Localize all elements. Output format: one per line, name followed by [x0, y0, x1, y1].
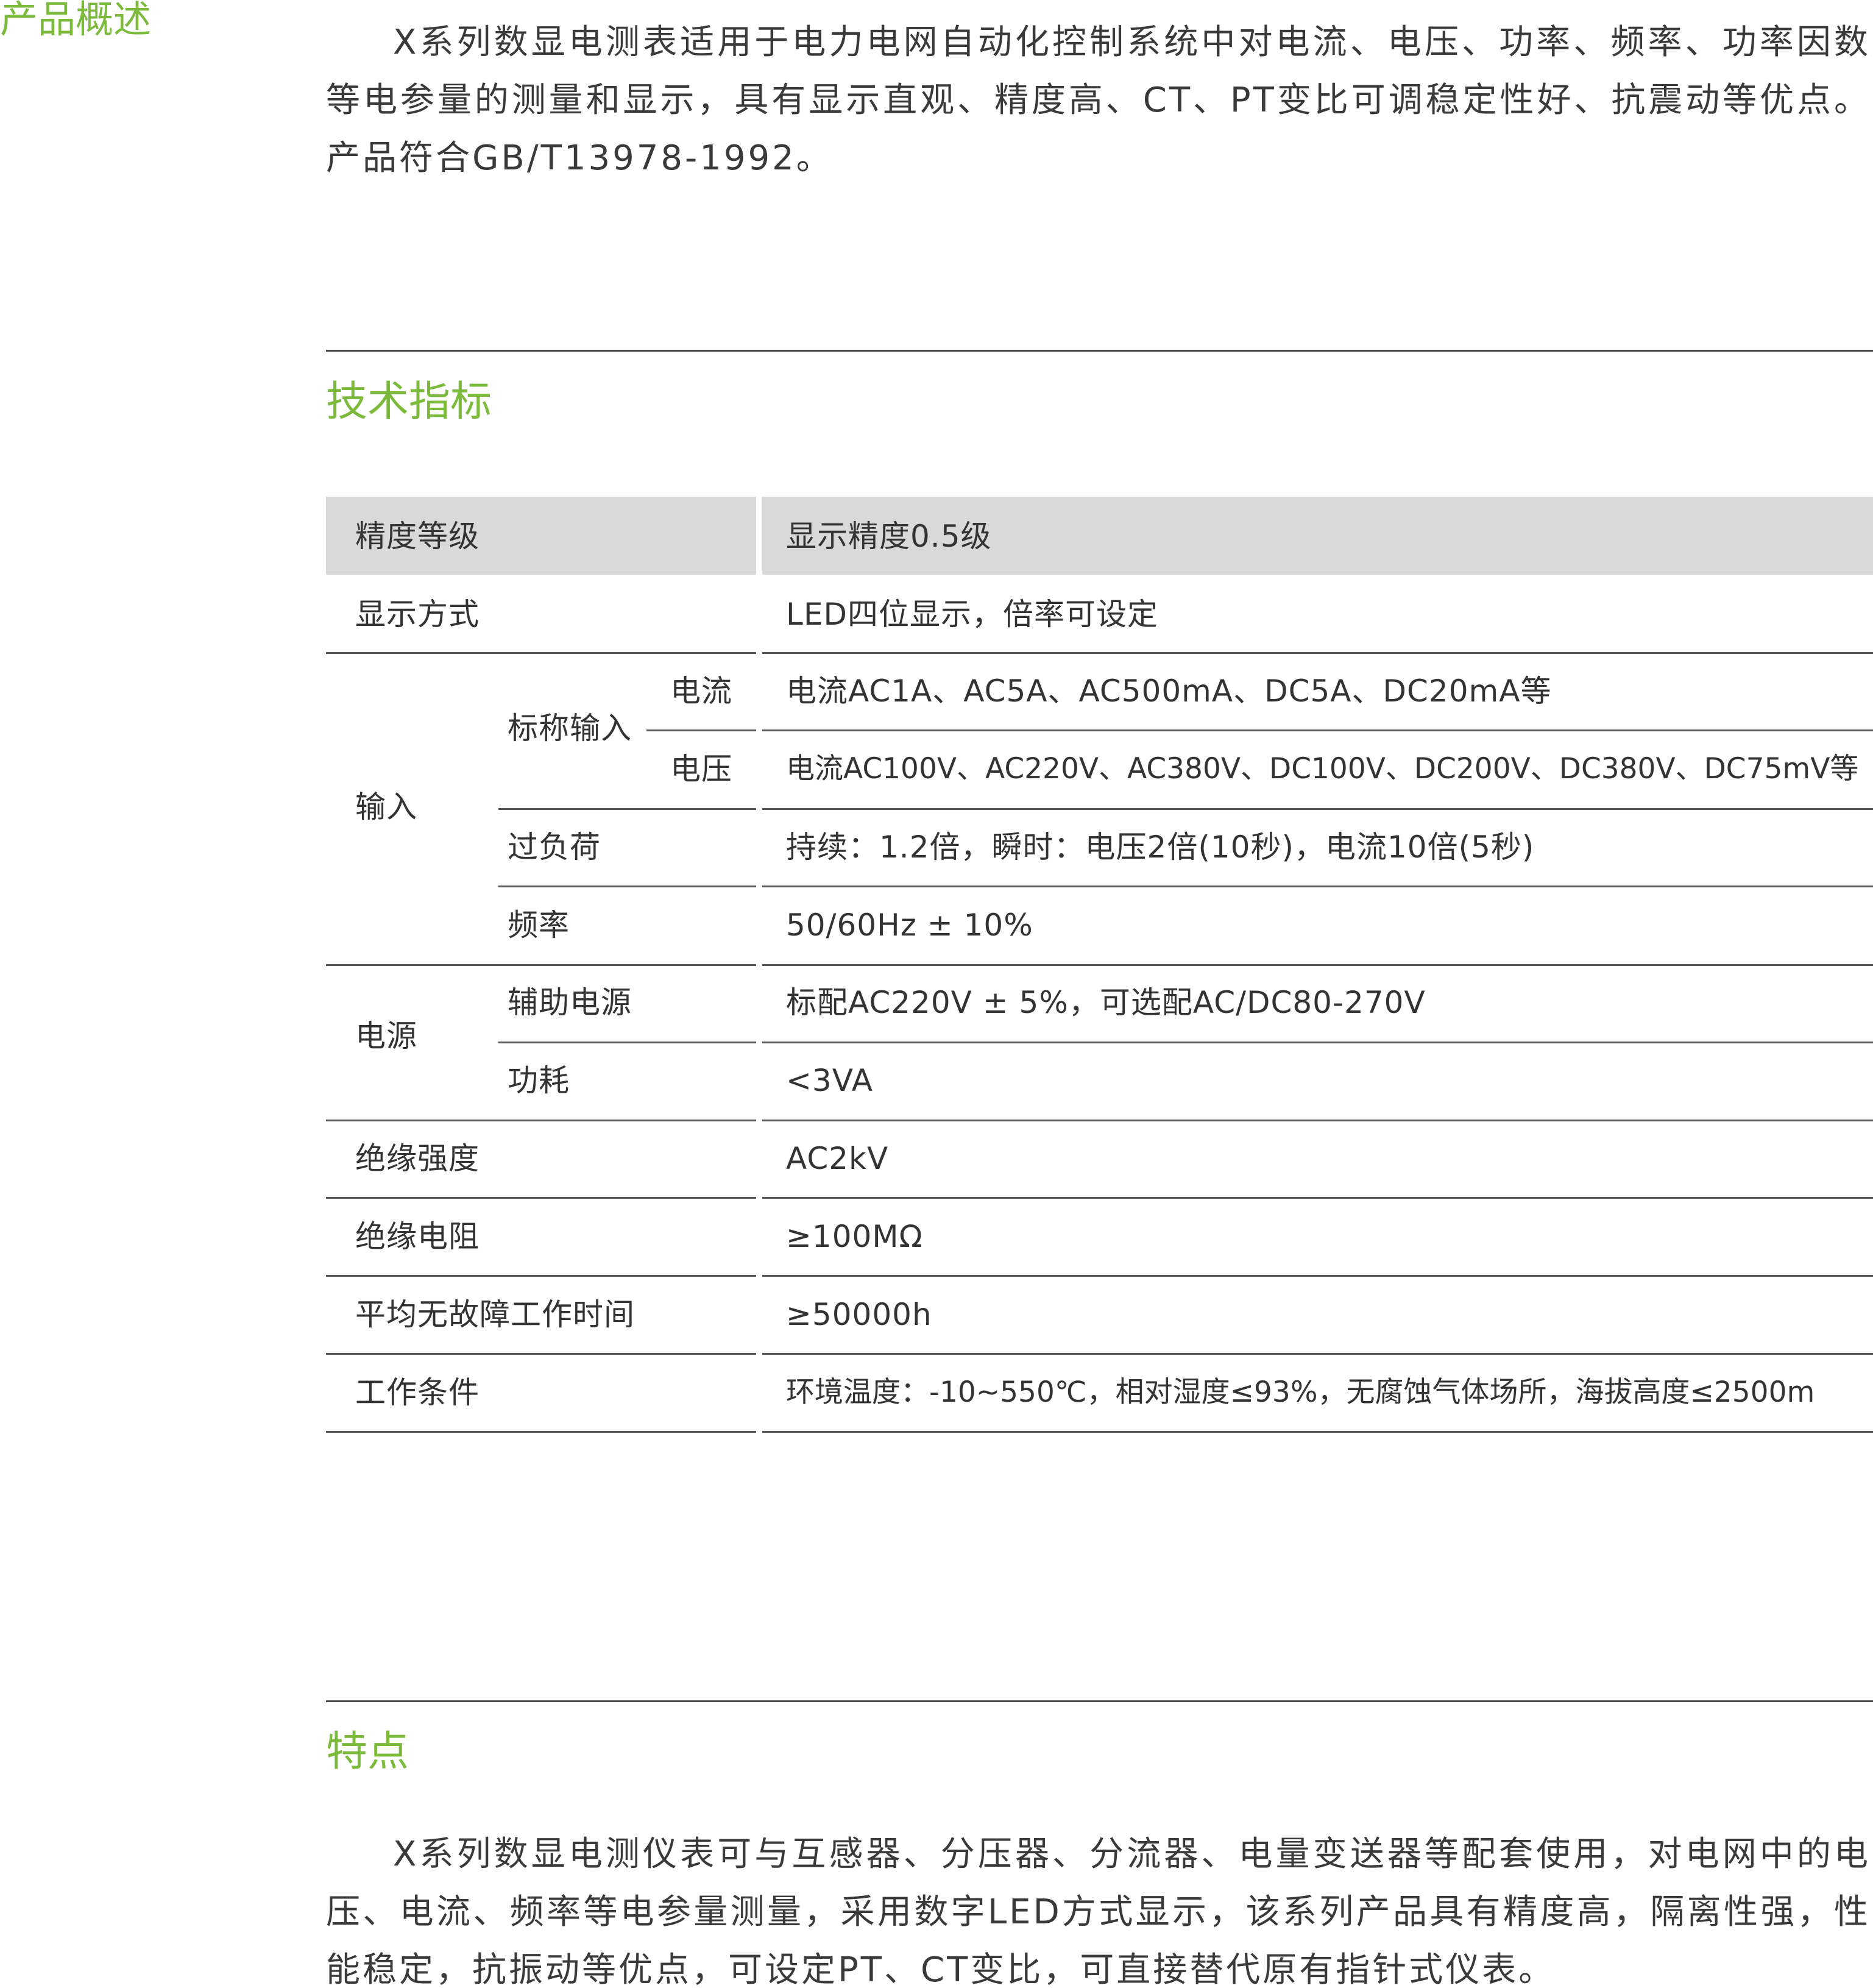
- row-divider: [762, 1431, 1873, 1433]
- aux-power-label: 辅助电源: [508, 985, 632, 1020]
- consumption-label: 功耗: [508, 1063, 570, 1098]
- row-divider: [762, 652, 1873, 654]
- row-divider: [762, 1042, 1873, 1043]
- row-divider: [326, 1275, 756, 1277]
- consumption-value: <3VA: [786, 1063, 873, 1098]
- mtbf-value: ≥50000h: [786, 1297, 932, 1332]
- header-label: 精度等级: [355, 519, 480, 554]
- features-heading: 特点: [326, 1728, 409, 1776]
- row-divider: [762, 1120, 1873, 1121]
- row-divider: [326, 1120, 756, 1121]
- nominal-input-label: 标称输入: [508, 711, 632, 746]
- row-divider: [326, 964, 756, 966]
- insulation-resistance-label: 绝缘电阻: [355, 1219, 480, 1254]
- conditions-label: 工作条件: [355, 1375, 480, 1410]
- features-paragraph: X系列数显电测仪表可与互感器、分压器、分流器、电量变送器等配套使用，对电网中的电…: [326, 1825, 1871, 1988]
- insulation-strength-value: AC2kV: [786, 1141, 889, 1176]
- input-label: 输入: [355, 789, 417, 825]
- row-divider: [762, 1197, 1873, 1199]
- overview-heading: 产品概述: [0, 0, 152, 41]
- row-divider: [762, 886, 1873, 887]
- display-label: 显示方式: [355, 597, 480, 632]
- current-label: 电流: [670, 673, 732, 709]
- voltage-label: 电压: [670, 751, 732, 787]
- row-divider: [762, 1353, 1873, 1355]
- voltage-value: 电流AC100V、AC220V、AC380V、DC100V、DC200V、DC3…: [786, 752, 1859, 786]
- insulation-strength-label: 绝缘强度: [355, 1141, 480, 1176]
- row-divider: [498, 886, 756, 887]
- overload-label: 过负荷: [508, 829, 601, 865]
- power-label: 电源: [355, 1018, 417, 1054]
- row-divider: [762, 808, 1873, 810]
- row-divider: [326, 1353, 756, 1355]
- frequency-value: 50/60Hz ± 10%: [786, 907, 1033, 943]
- specs-divider: [326, 350, 1873, 352]
- row-divider: [762, 964, 1873, 966]
- overview-paragraph: X系列数显电测表适用于电力电网自动化控制系统中对电流、电压、功率、频率、功率因数…: [326, 13, 1871, 187]
- row-divider: [326, 652, 756, 654]
- row-divider: [326, 1197, 756, 1199]
- row-divider: [646, 730, 756, 731]
- specs-heading: 技术指标: [326, 378, 492, 426]
- overview-text: X系列数显电测表适用于电力电网自动化控制系统中对电流、电压、功率、频率、功率因数…: [326, 23, 1871, 178]
- frequency-label: 频率: [508, 907, 570, 943]
- row-divider: [498, 1042, 756, 1043]
- aux-power-value: 标配AC220V ± 5%，可选配AC/DC80-270V: [786, 985, 1426, 1020]
- row-divider: [498, 808, 756, 810]
- header-value: 显示精度0.5级: [786, 519, 992, 554]
- mtbf-label: 平均无故障工作时间: [355, 1297, 635, 1332]
- display-value: LED四位显示，倍率可设定: [786, 597, 1158, 632]
- current-value: 电流AC1A、AC5A、AC500mA、DC5A、DC20mA等: [786, 673, 1552, 709]
- insulation-resistance-value: ≥100MΩ: [786, 1219, 923, 1254]
- row-divider: [762, 1275, 1873, 1277]
- features-divider: [326, 1700, 1873, 1702]
- features-text: X系列数显电测仪表可与互感器、分压器、分流器、电量变送器等配套使用，对电网中的电…: [326, 1834, 1871, 1988]
- row-divider: [762, 730, 1873, 731]
- overload-value: 持续：1.2倍，瞬时：电压2倍(10秒)，电流10倍(5秒): [786, 829, 1535, 865]
- conditions-value: 环境温度：-10~550℃，相对湿度≤93%，无腐蚀气体场所，海拔高度≤2500…: [786, 1376, 1815, 1409]
- row-divider: [326, 1431, 756, 1433]
